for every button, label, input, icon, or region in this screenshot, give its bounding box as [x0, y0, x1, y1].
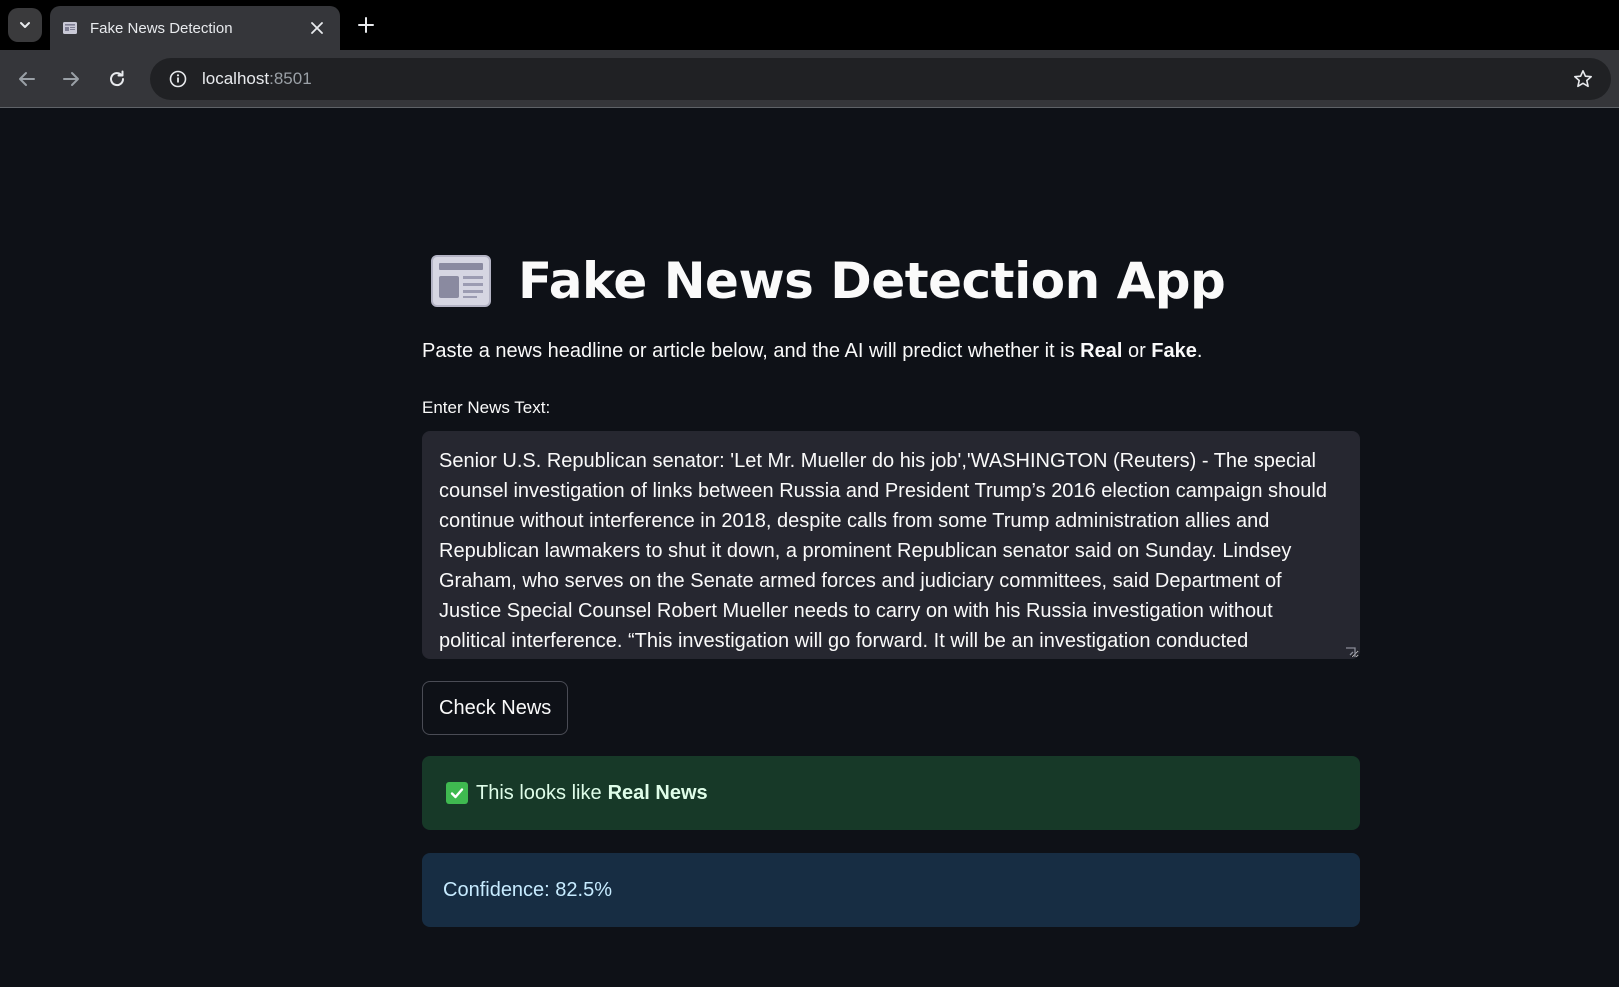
tab-title: Fake News Detection	[90, 19, 233, 37]
chevron-down-icon	[20, 22, 30, 28]
star-icon	[1574, 70, 1592, 88]
checkmark-icon	[446, 782, 468, 804]
bookmark-button[interactable]	[1569, 65, 1597, 93]
plus-icon	[358, 17, 374, 33]
check-news-button[interactable]: Check News	[422, 681, 569, 735]
close-tab-icon[interactable]	[306, 17, 328, 39]
result-label: Real News	[607, 781, 708, 804]
arrow-left-icon	[19, 72, 35, 86]
prediction-result-alert: This looks like Real News	[422, 756, 1360, 830]
browser-toolbar: localhost:8501	[0, 50, 1619, 108]
confidence-alert: Confidence: 82.5%	[422, 853, 1360, 927]
new-tab-button[interactable]	[352, 11, 380, 39]
title-row: Fake News Detection App	[422, 245, 1226, 317]
confidence-text: Confidence: 82.5%	[443, 878, 613, 901]
resize-handle-icon[interactable]	[1344, 645, 1358, 659]
news-text-input[interactable]: Senior U.S. Republican senator: 'Let Mr.…	[422, 431, 1360, 659]
url-text: localhost:8501	[202, 69, 312, 88]
site-info-button[interactable]	[164, 65, 192, 93]
reload-button[interactable]	[102, 64, 132, 94]
tab-search-dropdown-button[interactable]	[8, 8, 42, 42]
newspaper-icon	[431, 255, 491, 307]
news-input-label: Enter News Text:	[422, 398, 551, 417]
newspaper-favicon-icon	[63, 22, 77, 34]
app-description: Paste a news headline or article below, …	[422, 340, 1203, 362]
forward-button[interactable]	[56, 64, 86, 94]
arrow-right-icon	[63, 72, 79, 86]
result-prefix: This looks like	[476, 781, 602, 804]
page-title: Fake News Detection App	[518, 252, 1226, 310]
back-button[interactable]	[12, 64, 42, 94]
address-bar[interactable]: localhost:8501	[150, 58, 1611, 100]
tab-strip: Fake News Detection	[0, 0, 1619, 50]
browser-tab[interactable]: Fake News Detection	[50, 6, 340, 50]
reload-icon	[110, 70, 125, 87]
info-icon	[169, 70, 187, 88]
